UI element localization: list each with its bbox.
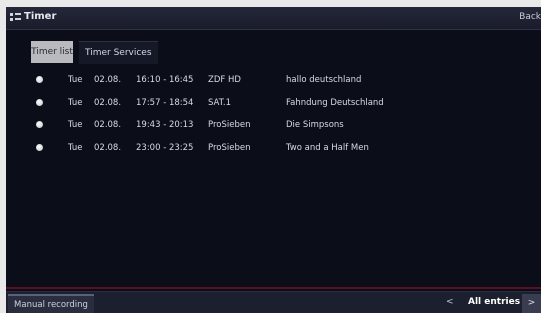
- tab-timer-list[interactable]: Timer list: [31, 41, 73, 63]
- timer-title: Die Simpsons: [286, 120, 344, 130]
- timer-date: 02.08.: [94, 97, 122, 108]
- bottom-bar: Manual recording < All entries >: [6, 291, 541, 313]
- bullet-dot-icon: [36, 98, 43, 106]
- back-button[interactable]: Back: [519, 12, 541, 22]
- timer-date: 02.08.: [94, 120, 122, 130]
- timer-time: 16:10 - 16:45: [136, 75, 194, 85]
- chevron-right-icon[interactable]: >: [522, 294, 541, 313]
- tab-timer-services[interactable]: Timer Services: [79, 41, 158, 64]
- title-bar: Timer Back: [6, 7, 541, 30]
- timer-date: 02.08.: [94, 142, 122, 153]
- timer-title: Two and a Half Men: [286, 142, 369, 153]
- timer-day: Tue: [68, 97, 83, 108]
- timer-channel: SAT.1: [208, 97, 232, 108]
- filter-selector[interactable]: All entries: [468, 297, 520, 307]
- bullet-dot-icon: [36, 121, 43, 128]
- timer-time: 17:57 - 18:54: [136, 97, 194, 108]
- bullet-dot-icon: [36, 76, 43, 83]
- timer-title: hallo deutschland: [286, 75, 362, 85]
- timer-channel: ProSieben: [208, 142, 251, 153]
- timer-day: Tue: [68, 120, 83, 130]
- timer-channel: ZDF HD: [208, 75, 241, 85]
- timer-list-icon: [10, 13, 21, 23]
- timer-screen: Timer Back Timer list Timer Services Tue…: [6, 7, 541, 313]
- bullet-dot-icon: [36, 143, 43, 151]
- divider: [6, 287, 541, 289]
- manual-recording-button[interactable]: Manual recording: [8, 294, 94, 313]
- timer-day: Tue: [68, 75, 83, 85]
- chevron-left-icon[interactable]: <: [446, 297, 454, 307]
- timer-list: Tue 02.08. 16:10 - 16:45 ZDF HD hallo de…: [36, 70, 516, 160]
- timer-date: 02.08.: [94, 75, 122, 85]
- timer-time: 23:00 - 23:25: [136, 142, 194, 153]
- timer-row[interactable]: Tue 02.08. 17:57 - 18:54 SAT.1 Fahndung …: [36, 93, 516, 116]
- timer-time: 19:43 - 20:13: [136, 120, 194, 130]
- timer-row[interactable]: Tue 02.08. 23:00 - 23:25 ProSieben Two a…: [36, 138, 516, 161]
- page-title: Timer: [24, 11, 57, 22]
- timer-row[interactable]: Tue 02.08. 19:43 - 20:13 ProSieben Die S…: [36, 115, 516, 138]
- timer-row[interactable]: Tue 02.08. 16:10 - 16:45 ZDF HD hallo de…: [36, 70, 516, 93]
- timer-day: Tue: [68, 142, 83, 153]
- timer-title: Fahndung Deutschland: [286, 97, 384, 108]
- timer-channel: ProSieben: [208, 120, 251, 130]
